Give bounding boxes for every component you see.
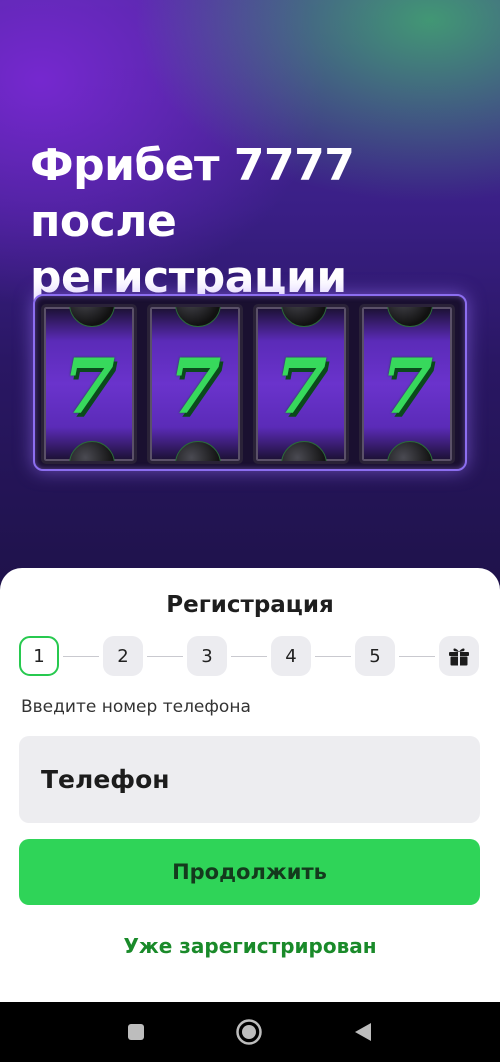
seven-symbol: 7 (274, 342, 328, 431)
promo-title: Фрибет 7777 после регистрации (30, 138, 410, 306)
step-2: 2 (103, 636, 143, 676)
step-divider (147, 656, 183, 657)
slot-reel: 7 (147, 304, 243, 464)
registration-title: Регистрация (166, 592, 334, 618)
promo-title-line: после (30, 196, 177, 247)
seven-symbol: 7 (62, 342, 116, 431)
step-4: 4 (271, 636, 311, 676)
phone-field-label: Введите номер телефона (21, 697, 251, 717)
step-5: 5 (355, 636, 395, 676)
system-navigation-bar (0, 1002, 500, 1062)
soccer-ball-icon (281, 307, 327, 327)
recents-button[interactable] (106, 1002, 166, 1062)
registration-stepper: 1 2 3 4 5 (19, 636, 481, 676)
soccer-ball-icon (175, 441, 221, 461)
slot-machine-image: 7 7 7 7 (33, 294, 467, 471)
hockey-puck-icon (387, 441, 433, 461)
gift-icon (449, 648, 469, 666)
slot-reel: 7 (359, 304, 455, 464)
home-circle-icon (236, 1019, 262, 1045)
step-divider (231, 656, 267, 657)
step-divider (63, 656, 99, 657)
step-3: 3 (187, 636, 227, 676)
slot-reel: 7 (253, 304, 349, 464)
soccer-ball-icon (69, 441, 115, 461)
recents-square-icon (128, 1024, 144, 1040)
home-button[interactable] (219, 1002, 279, 1062)
back-triangle-icon (355, 1023, 371, 1041)
basketball-icon (387, 307, 433, 327)
registration-sheet: Регистрация 1 2 3 4 5 Введите номер теле… (0, 568, 500, 1002)
already-registered-link[interactable]: Уже зарегистрирован (0, 934, 500, 958)
phone-input[interactable] (19, 736, 480, 823)
hockey-puck-icon (69, 307, 115, 327)
seven-symbol: 7 (168, 342, 222, 431)
step-bonus (439, 636, 479, 676)
promo-title-line: Фрибет 7777 (30, 140, 355, 191)
hockey-puck-icon (175, 307, 221, 327)
basketball-icon (281, 441, 327, 461)
step-divider (315, 656, 351, 657)
promo-banner: Фрибет 7777 после регистрации 7 7 7 7 (0, 0, 500, 600)
step-1: 1 (19, 636, 59, 676)
continue-button[interactable]: Продолжить (19, 839, 480, 905)
step-divider (399, 656, 435, 657)
slot-reel: 7 (41, 304, 137, 464)
seven-symbol: 7 (380, 342, 434, 431)
back-button[interactable] (333, 1002, 393, 1062)
